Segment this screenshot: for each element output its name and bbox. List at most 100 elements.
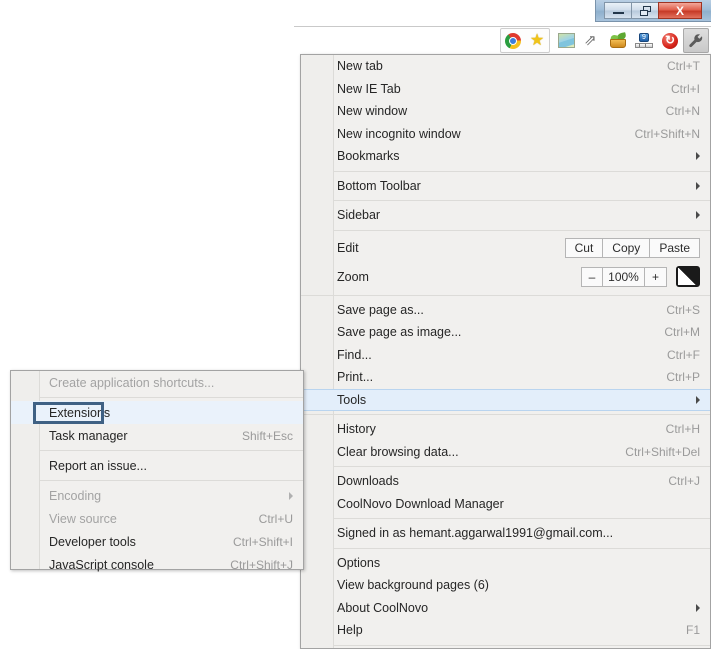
menu-item-new-tab[interactable]: New tab Ctrl+T: [301, 55, 710, 78]
menu-separator: [301, 414, 710, 415]
menu-item-help[interactable]: Help F1: [301, 619, 710, 642]
submenu-item-report-an-issue[interactable]: Report an issue...: [11, 454, 303, 477]
menu-item-tools[interactable]: Tools: [301, 388, 710, 411]
restore-button[interactable]: [631, 2, 659, 19]
menu-item-accelerator: Ctrl+Shift+I: [232, 534, 293, 549]
minimize-icon: [612, 12, 624, 14]
menu-item-save-page-as[interactable]: Save page as... Ctrl+S: [301, 299, 710, 322]
wrench-menu-icon[interactable]: [683, 28, 709, 53]
browser-toolbar: ★ ⇗ 9: [294, 27, 711, 54]
menu-item-coolnovo-download-manager[interactable]: CoolNovo Download Manager: [301, 493, 710, 516]
fullscreen-icon[interactable]: [676, 266, 700, 287]
menu-item-label: Bookmarks: [337, 149, 400, 164]
menu-item-print[interactable]: Print... Ctrl+P: [301, 366, 710, 389]
tools-submenu[interactable]: Create application shortcuts... Extensio…: [10, 370, 304, 572]
menu-separator: [334, 518, 710, 519]
menu-item-label: Sidebar: [337, 208, 381, 223]
menu-item-label: View background pages (6): [337, 578, 489, 593]
chevron-right-icon: [289, 491, 293, 500]
menu-item-sidebar[interactable]: Sidebar: [301, 204, 710, 227]
menu-item-label: CoolNovo Download Manager: [337, 496, 504, 511]
menu-item-clear-browsing-data[interactable]: Clear browsing data... Ctrl+Shift+Del: [301, 441, 710, 464]
menu-separator: [40, 480, 303, 481]
star-bookmark-icon[interactable]: ★: [525, 30, 549, 51]
menu-item-accelerator: Ctrl+S: [666, 302, 700, 317]
menu-item-accelerator: F1: [685, 623, 700, 638]
zoom-in-button[interactable]: +: [645, 266, 667, 287]
menu-item-new-window[interactable]: New window Ctrl+N: [301, 100, 710, 123]
menu-item-label: Help: [337, 623, 363, 638]
menu-item-accelerator: Ctrl+Shift+N: [634, 126, 700, 141]
submenu-item-javascript-console[interactable]: JavaScript console Ctrl+Shift+J: [11, 553, 303, 576]
menu-item-accelerator: Shift+Esc: [241, 428, 293, 443]
menu-item-label: New tab: [337, 59, 383, 74]
menu-item-save-page-as-image[interactable]: Save page as image... Ctrl+M: [301, 321, 710, 344]
menu-item-options[interactable]: Options: [301, 552, 710, 575]
wrench-dropdown-menu[interactable]: New tab Ctrl+T New IE Tab Ctrl+I New win…: [300, 54, 711, 649]
menu-separator: [334, 547, 710, 549]
menu-item-label: Encoding: [49, 488, 102, 503]
menu-item-accelerator: Ctrl+I: [670, 81, 700, 96]
resize-arrows-icon[interactable]: ⇗: [579, 28, 605, 53]
menu-item-new-ie-tab[interactable]: New IE Tab Ctrl+I: [301, 78, 710, 101]
menu-item-label: Options: [337, 555, 381, 570]
chevron-right-icon: [696, 211, 700, 220]
menu-separator: [334, 644, 710, 646]
menu-item-label: Save page as...: [337, 302, 424, 317]
menu-item-view-background-pages[interactable]: View background pages (6): [301, 574, 710, 597]
menu-item-downloads[interactable]: Downloads Ctrl+J: [301, 470, 710, 493]
chrome-star-group: ★: [500, 28, 550, 53]
close-icon: X: [675, 3, 684, 18]
menu-item-bookmarks[interactable]: Bookmarks: [301, 145, 710, 168]
menu-item-signed-in-as[interactable]: Signed in as hemant.aggarwal1991@gmail.c…: [301, 522, 710, 545]
menu-item-label: Find...: [337, 347, 372, 362]
menu-item-accelerator: Ctrl+Shift+J: [230, 557, 293, 572]
chevron-right-icon: [696, 395, 700, 404]
edit-buttons: Cut Copy Paste: [564, 237, 700, 258]
menu-item-label: Zoom: [337, 269, 369, 284]
tools-submenu-items: Create application shortcuts... Extensio…: [11, 371, 303, 576]
zoom-controls: – 100% +: [581, 266, 667, 287]
menu-item-history[interactable]: History Ctrl+H: [301, 418, 710, 441]
paste-button[interactable]: Paste: [650, 237, 700, 258]
package-leaf-icon[interactable]: [605, 28, 631, 53]
close-button[interactable]: X: [658, 2, 702, 19]
copy-button[interactable]: Copy: [603, 237, 651, 258]
submenu-item-extensions[interactable]: Extensions: [11, 401, 303, 424]
menu-separator: [40, 450, 303, 451]
menu-item-new-incognito-window[interactable]: New incognito window Ctrl+Shift+N: [301, 123, 710, 146]
chrome-logo-icon[interactable]: [501, 30, 525, 51]
main-menu-items: New tab Ctrl+T New IE Tab Ctrl+I New win…: [301, 55, 710, 649]
menu-item-label: Report an issue...: [49, 458, 147, 473]
menu-item-label: View source: [49, 511, 117, 526]
chevron-right-icon: [696, 181, 700, 190]
menu-item-accelerator: Ctrl+P: [666, 370, 700, 385]
menu-item-label: Edit: [337, 240, 359, 255]
menu-item-label: Task manager: [49, 428, 128, 443]
menu-item-accelerator: Ctrl+U: [258, 511, 293, 526]
menu-item-accelerator: Ctrl+Shift+Del: [625, 444, 700, 459]
chevron-right-icon: [696, 603, 700, 612]
red-sync-icon[interactable]: [657, 28, 683, 53]
chevron-right-icon: [696, 152, 700, 161]
menu-separator: [334, 170, 710, 172]
zoom-level-value: 100%: [603, 266, 645, 287]
cut-button[interactable]: Cut: [564, 237, 604, 258]
menu-item-label: Extensions: [49, 405, 111, 420]
menu-item-label: Bottom Toolbar: [337, 178, 421, 193]
menu-item-find[interactable]: Find... Ctrl+F: [301, 344, 710, 367]
minimize-button[interactable]: [604, 2, 632, 19]
window-titlebar: X: [595, 0, 711, 22]
zoom-out-button[interactable]: –: [581, 266, 603, 287]
map-thumbnail-icon[interactable]: [553, 28, 579, 53]
menu-item-label: Developer tools: [49, 534, 136, 549]
menu-item-label: New incognito window: [337, 126, 461, 141]
menu-item-about-coolnovo[interactable]: About CoolNovo: [301, 597, 710, 620]
blue-ruler-icon[interactable]: 9: [631, 28, 657, 53]
menu-separator: [40, 397, 303, 398]
submenu-item-view-source: View source Ctrl+U: [11, 507, 303, 530]
submenu-item-task-manager[interactable]: Task manager Shift+Esc: [11, 424, 303, 447]
menu-item-bottom-toolbar[interactable]: Bottom Toolbar: [301, 175, 710, 198]
submenu-item-developer-tools[interactable]: Developer tools Ctrl+Shift+I: [11, 530, 303, 553]
menu-item-label: New window: [337, 104, 408, 119]
